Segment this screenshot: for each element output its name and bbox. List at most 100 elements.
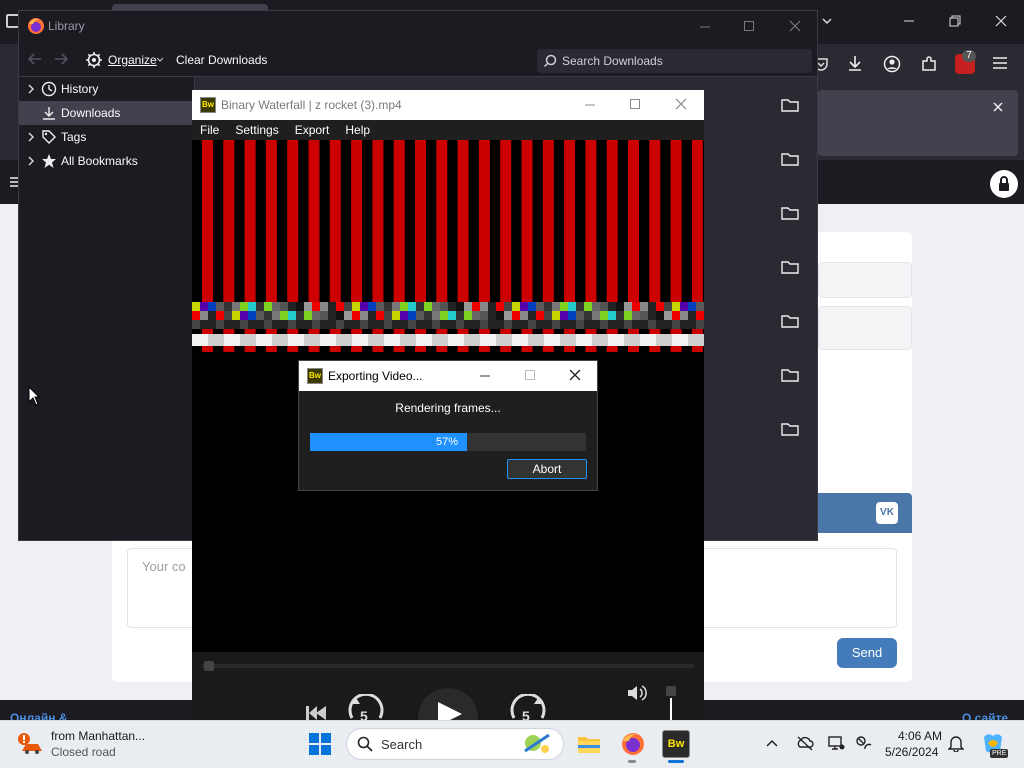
waterfall-pixel (424, 302, 432, 311)
onedrive-offline-icon[interactable] (796, 735, 814, 751)
waterfall-pixel (496, 311, 504, 320)
menu-export[interactable]: Export (287, 123, 338, 137)
library-maximize-icon[interactable] (743, 20, 755, 32)
chevron-down-icon[interactable] (820, 14, 834, 28)
menu-file[interactable]: File (192, 123, 227, 137)
waterfall-pixel (608, 320, 616, 329)
chevron-right-icon[interactable] (27, 84, 37, 94)
gear-icon[interactable] (85, 51, 103, 69)
seek-track[interactable] (202, 664, 694, 668)
binary-waterfall-taskbar-icon[interactable]: Bw (662, 730, 690, 758)
chevron-up-icon[interactable] (766, 738, 778, 748)
waterfall-pixel (192, 302, 200, 311)
waterfall-pixel (408, 311, 416, 320)
waterfall-pixel (624, 320, 632, 329)
waterfall-pixel (592, 311, 600, 320)
waterfall-pixel (432, 334, 440, 346)
file-explorer-icon[interactable] (576, 731, 602, 757)
taskbar-time[interactable]: 4:06 AM (898, 729, 942, 743)
firefox-taskbar-icon[interactable] (620, 731, 646, 757)
waterfall-pixel (592, 334, 600, 346)
lock-icon[interactable] (990, 170, 1018, 198)
back-icon[interactable] (27, 52, 43, 66)
open-folder-icon[interactable] (781, 205, 801, 221)
volume-handle[interactable] (666, 686, 676, 696)
taskbar-date[interactable]: 5/26/2024 (885, 745, 938, 759)
organize-dropdown-icon[interactable] (157, 57, 163, 63)
waterfall-pixel (232, 302, 240, 311)
weather-widget-title[interactable]: from Manhattan... (51, 729, 145, 743)
volume-slider[interactable] (670, 698, 672, 722)
web-form-field[interactable] (818, 262, 912, 298)
waterfall-pixel (656, 311, 664, 320)
mouse-cursor-icon (28, 386, 40, 406)
search-downloads-input[interactable]: Search Downloads (537, 49, 812, 73)
waterfall-pixel (312, 302, 320, 311)
organize-button[interactable]: Organize (108, 53, 157, 67)
library-minimize-icon[interactable] (699, 21, 711, 33)
windows-start-icon[interactable] (308, 732, 332, 756)
chevron-right-icon[interactable] (27, 132, 37, 142)
waterfall-pixel (272, 311, 280, 320)
waterfall-pixel (272, 302, 280, 311)
downloads-icon[interactable] (846, 54, 864, 72)
send-button[interactable]: Send (837, 638, 897, 668)
extensions-icon[interactable] (920, 55, 938, 73)
waterfall-pixel (384, 302, 392, 311)
bw-maximize-icon[interactable] (629, 98, 641, 110)
chevron-right-icon[interactable] (27, 156, 37, 166)
clear-downloads-button[interactable]: Clear Downloads (176, 53, 267, 67)
skip-start-icon[interactable] (304, 702, 328, 722)
account-icon[interactable] (883, 55, 901, 73)
play-button[interactable] (418, 688, 478, 722)
open-folder-icon[interactable] (781, 97, 801, 113)
browser-restore-icon[interactable] (948, 14, 962, 28)
tree-item-all-bookmarks[interactable]: All Bookmarks (19, 149, 195, 173)
browser-minimize-icon[interactable] (902, 14, 916, 28)
taskbar-search[interactable]: Search (346, 728, 564, 760)
bw-close-icon[interactable] (675, 98, 687, 110)
tree-item-history[interactable]: History (19, 77, 195, 101)
waterfall-pixel (312, 311, 320, 320)
open-folder-icon[interactable] (781, 151, 801, 167)
display-icon[interactable] (827, 735, 845, 751)
open-folder-icon[interactable] (781, 259, 801, 275)
network-offline-icon[interactable] (855, 735, 873, 751)
waterfall-pixel (224, 320, 232, 329)
vk-logo[interactable]: VK (876, 502, 898, 524)
tree-label: Tags (61, 130, 87, 144)
volume-icon[interactable] (626, 684, 648, 702)
forward-icon[interactable] (53, 52, 69, 66)
export-minimize-icon[interactable] (479, 370, 491, 382)
tree-item-tags[interactable]: Tags (19, 125, 195, 149)
waterfall-pixel (512, 311, 520, 320)
seek-handle[interactable] (204, 661, 214, 671)
waterfall-pixel (624, 334, 632, 346)
waterfall-pixel (624, 302, 632, 311)
open-folder-icon[interactable] (781, 313, 801, 329)
export-close-icon[interactable] (569, 369, 581, 381)
abort-button[interactable]: Abort (507, 459, 587, 479)
library-close-icon[interactable] (789, 20, 801, 32)
menu-help[interactable]: Help (337, 123, 378, 137)
waterfall-pixel (672, 334, 680, 346)
notifications-bell-icon[interactable] (948, 734, 964, 752)
notification-close-icon[interactable] (992, 101, 1004, 113)
traffic-alert-icon[interactable] (16, 731, 44, 757)
browser-close-icon[interactable] (994, 14, 1008, 28)
waterfall-pixel (400, 334, 408, 346)
waterfall-pixel (352, 302, 360, 311)
menu-icon[interactable] (992, 56, 1008, 70)
tree-item-downloads[interactable]: Downloads (19, 101, 195, 125)
waterfall-pixel (304, 302, 312, 311)
web-form-field[interactable] (818, 306, 912, 350)
waterfall-pixel (544, 311, 552, 320)
waterfall-pixel (208, 334, 216, 346)
open-folder-icon[interactable] (781, 367, 801, 383)
waterfall-pixel (456, 334, 464, 346)
library-title: Library (48, 19, 85, 33)
open-folder-icon[interactable] (781, 421, 801, 437)
menu-settings[interactable]: Settings (227, 123, 286, 137)
waterfall-pixel (568, 334, 576, 346)
bw-minimize-icon[interactable] (584, 99, 596, 111)
